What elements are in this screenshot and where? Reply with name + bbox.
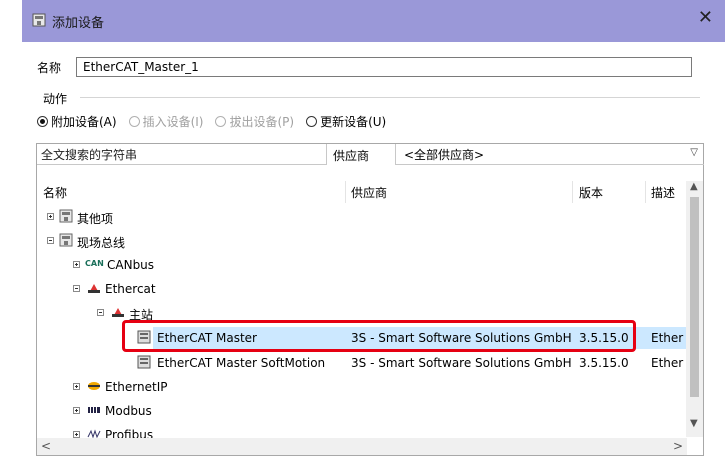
collapse-icon[interactable] — [97, 309, 104, 316]
expand-icon[interactable] — [73, 407, 80, 414]
tree-row-selected[interactable]: EtherCAT Master 3S - Smart Software Solu… — [37, 327, 687, 349]
tree-row[interactable]: CAN CANbus — [37, 254, 687, 276]
device-icon — [137, 330, 151, 344]
device-name-input[interactable]: EtherCAT_Master_1 — [76, 57, 692, 77]
scroll-left-icon[interactable]: < — [41, 439, 51, 453]
expand-icon[interactable] — [73, 431, 80, 438]
device-folder-icon — [59, 233, 73, 247]
radio-dot — [37, 115, 48, 127]
scroll-up-icon[interactable]: ▲ — [690, 181, 698, 192]
tree-row[interactable]: Modbus — [37, 400, 687, 422]
action-group-label: 动作 — [43, 92, 68, 106]
vendor-select[interactable]: <全部供应商> ▽ — [395, 144, 704, 165]
tree-row[interactable]: 主站 — [37, 302, 687, 324]
radio-dot — [128, 115, 140, 127]
modbus-icon — [88, 407, 100, 413]
action-radio-group: 附加设备(A) 插入设备(I) 拔出设备(P) 更新设备(U) — [37, 112, 398, 130]
device-folder-icon — [59, 209, 73, 223]
device-folder-icon — [32, 13, 46, 27]
profibus-icon — [87, 429, 101, 438]
horizontal-scrollbar[interactable]: < > — [37, 438, 687, 455]
scroll-right-icon[interactable]: > — [673, 439, 683, 453]
close-icon[interactable]: ✕ — [698, 9, 713, 27]
radio-dot — [306, 115, 318, 127]
column-version[interactable]: 版本 — [579, 184, 603, 201]
ethercat-icon — [88, 284, 100, 293]
chevron-down-icon: ▽ — [690, 147, 698, 158]
tree-row[interactable]: EthernetIP — [37, 376, 687, 398]
vendor-label: 供应商 — [333, 149, 370, 163]
radio-dot — [215, 115, 227, 127]
column-description[interactable]: 描述 — [651, 184, 675, 201]
ethercat-icon — [112, 308, 124, 317]
expand-icon[interactable] — [73, 261, 80, 268]
column-name[interactable]: 名称 — [43, 184, 67, 201]
tree-row[interactable]: EtherCAT Master SoftMotion 3S - Smart So… — [37, 352, 687, 374]
tree-row[interactable]: 现场总线 — [37, 230, 687, 252]
collapse-icon[interactable] — [73, 285, 80, 292]
radio-insert-device[interactable]: 插入设备(I) — [128, 113, 203, 130]
device-catalog-panel: 全文搜索的字符串 供应商 <全部供应商> ▽ 名称 供应商 版本 描述 其他项 … — [36, 143, 704, 456]
radio-unplug-device[interactable]: 拔出设备(P) — [215, 113, 294, 130]
expand-icon[interactable] — [73, 383, 80, 390]
radio-append-device[interactable]: 附加设备(A) — [37, 113, 117, 130]
name-label: 名称 — [37, 61, 62, 75]
can-icon: CAN — [85, 259, 104, 268]
ethernetip-icon — [88, 382, 100, 390]
vertical-scrollbar[interactable]: ▲ ▼ — [686, 181, 703, 437]
window-title: 添加设备 — [52, 16, 105, 31]
column-header: 名称 供应商 版本 描述 — [37, 181, 687, 203]
tree-row[interactable]: 其他项 — [37, 206, 687, 228]
scroll-thumb[interactable] — [690, 197, 699, 397]
column-vendor[interactable]: 供应商 — [351, 184, 387, 201]
search-input[interactable]: 全文搜索的字符串 — [37, 144, 327, 165]
device-icon — [137, 355, 151, 369]
expand-icon[interactable] — [47, 213, 54, 220]
title-bar: 添加设备 ✕ — [22, 0, 725, 42]
tree-row[interactable]: Profibus — [37, 424, 687, 438]
group-divider — [80, 97, 700, 98]
tree-row[interactable]: Ethercat — [37, 278, 687, 300]
radio-update-device[interactable]: 更新设备(U) — [306, 113, 386, 130]
collapse-icon[interactable] — [47, 237, 54, 244]
scroll-down-icon[interactable]: ▼ — [690, 418, 698, 429]
